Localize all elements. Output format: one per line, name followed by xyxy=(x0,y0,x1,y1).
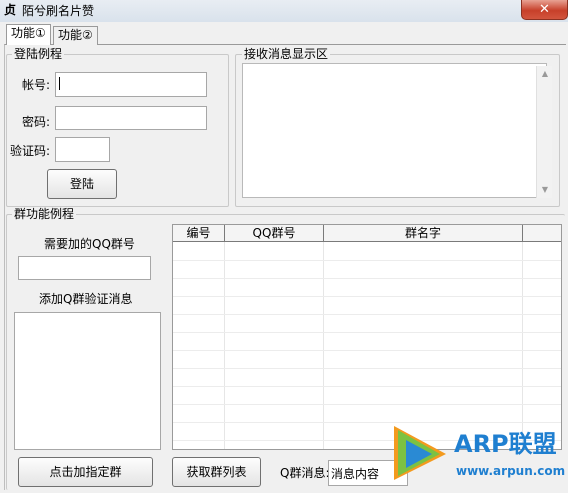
column-header-number[interactable]: 编号 xyxy=(173,225,225,241)
captcha-field[interactable] xyxy=(55,137,110,162)
group-number-label: 需要加的QQ群号 xyxy=(44,237,135,251)
verify-message-field[interactable] xyxy=(14,312,161,450)
group-message-label: Q群消息: xyxy=(280,466,330,480)
watermark-brand: ARP联盟 xyxy=(454,430,557,458)
row-divider xyxy=(173,386,561,387)
verify-message-label: 添加Q群验证消息 xyxy=(39,292,133,306)
column-header-qq-group-id[interactable]: QQ群号 xyxy=(225,225,324,241)
message-scrollbar[interactable]: ▲ ▼ xyxy=(536,66,552,198)
table-header: 编号 QQ群号 群名字 xyxy=(173,225,561,242)
column-header-extra xyxy=(523,225,561,241)
row-divider xyxy=(173,350,561,351)
column-divider xyxy=(224,242,225,449)
row-divider xyxy=(173,278,561,279)
password-label: 密码: xyxy=(22,115,51,129)
row-divider xyxy=(173,368,561,369)
login-group-legend: 登陆例程 xyxy=(12,47,65,61)
app-icon: 贞 xyxy=(4,3,17,17)
column-divider xyxy=(323,242,324,449)
row-divider xyxy=(173,260,561,261)
message-display-area[interactable]: ▲ ▼ xyxy=(242,63,552,198)
watermark-url: www.arpun.com xyxy=(456,464,566,478)
login-button[interactable]: 登陆 xyxy=(47,169,117,199)
close-icon: ✕ xyxy=(539,2,550,17)
group-list-table[interactable]: 编号 QQ群号 群名字 xyxy=(172,224,562,450)
row-divider xyxy=(173,404,561,405)
add-group-button[interactable]: 点击加指定群 xyxy=(18,457,153,487)
account-label: 帐号: xyxy=(22,78,51,92)
text-caret xyxy=(59,77,60,90)
close-button[interactable]: ✕ xyxy=(521,0,568,20)
account-field[interactable] xyxy=(55,72,207,97)
captcha-label: 验证码: xyxy=(10,144,51,158)
title-bar[interactable]: 贞 陌兮刷名片赞 ✕ xyxy=(0,0,568,22)
fetch-group-list-button[interactable]: 获取群列表 xyxy=(172,457,261,487)
scroll-down-icon[interactable]: ▼ xyxy=(537,182,553,198)
scroll-up-icon[interactable]: ▲ xyxy=(537,66,553,82)
message-group-legend: 接收消息显示区 xyxy=(242,47,331,61)
row-divider xyxy=(173,296,561,297)
column-header-group-name[interactable]: 群名字 xyxy=(324,225,523,241)
password-field[interactable] xyxy=(55,106,207,130)
tab-function-2[interactable]: 功能② xyxy=(53,26,98,45)
tab-function-1[interactable]: 功能① xyxy=(6,24,51,45)
group-message-value: 消息内容 xyxy=(331,467,380,481)
arp-watermark-logo: ARP联盟 www.arpun.com xyxy=(386,418,568,490)
row-divider xyxy=(173,314,561,315)
qq-group-legend: 群功能例程 xyxy=(12,207,77,221)
group-number-field[interactable] xyxy=(18,256,151,280)
window-title: 陌兮刷名片赞 xyxy=(22,4,95,18)
row-divider xyxy=(173,332,561,333)
